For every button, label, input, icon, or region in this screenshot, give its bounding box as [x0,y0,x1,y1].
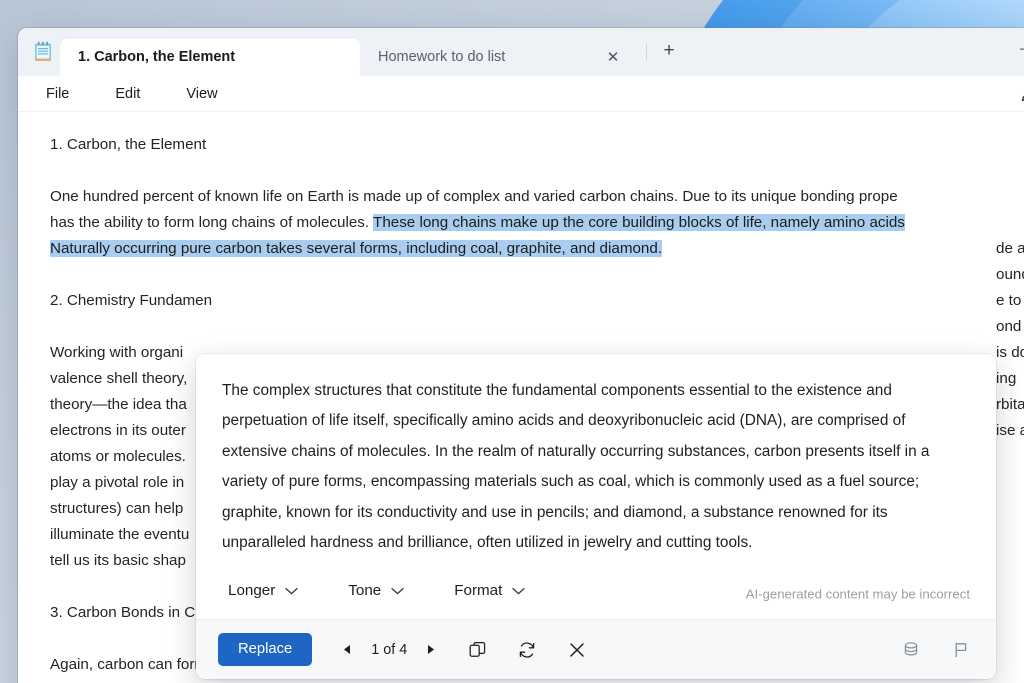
paragraph-text: Working with organi [50,344,183,361]
desktop-background: 1. Carbon, the Element Homework to do li… [0,0,1024,683]
flag-icon[interactable] [944,635,978,665]
document-heading-1: 1. Carbon, the Element [50,132,1024,158]
paragraph-text: play a pivotal role in [50,474,184,491]
paragraph-text: electrons in its outer [50,422,186,439]
format-dropdown-label: Format [454,582,502,599]
length-dropdown-label: Longer [228,582,275,599]
paragraph-fragment: e to [996,288,1024,314]
ai-footer-right-actions [878,635,978,665]
paragraph-fragment: rbita [996,392,1024,418]
stack-icon[interactable] [894,635,928,665]
paragraph-fragment: ise a [996,418,1024,444]
document-heading-2: 2. Chemistry Fundamen [50,288,1024,314]
tab-label: Homework to do list [378,49,590,65]
ai-option-row: Longer Tone Format [196,568,996,619]
menu-item-edit[interactable]: Edit [109,83,146,105]
ai-result-body: The complex structures that constitute t… [196,354,996,568]
tone-dropdown[interactable]: Tone [342,578,410,603]
notepad-window: 1. Carbon, the Element Homework to do li… [18,28,1024,683]
menu-item-file[interactable]: File [40,83,75,105]
paragraph-fragment: ing [996,366,1024,392]
tone-dropdown-label: Tone [348,582,381,599]
close-icon[interactable] [560,635,594,665]
length-dropdown[interactable]: Longer [222,578,304,603]
ai-disclaimer-text: AI-generated content may be incorrect [746,586,970,601]
document-paragraph-1-line-1: One hundred percent of known life on Ear… [50,184,1024,210]
paragraph-fragment: ound [996,262,1024,288]
paragraph-text: tell us its basic shap [50,552,186,569]
ai-generated-text: The complex structures that constitute t… [222,376,970,558]
menu-bar: File Edit View [18,76,1024,112]
tab-homework-to-do-list[interactable]: Homework to do list ✕ [360,38,640,76]
next-suggestion-button[interactable] [418,637,444,663]
menu-item-view[interactable]: View [180,83,223,105]
document-right-fragments: de a ound e to ond is do ing rbita ise a [996,236,1024,444]
paragraph-text: illuminate the eventu [50,526,189,543]
divider [646,44,647,60]
ai-footer-bar: Replace 1 of 4 [196,619,996,679]
ai-pen-icon[interactable] [1014,80,1024,108]
notepad-icon [26,28,60,76]
document-canvas[interactable]: 1. Carbon, the Element One hundred perce… [18,112,1024,683]
close-icon[interactable]: ✕ [600,44,626,70]
paragraph-text: structures) can help [50,500,183,517]
chevron-down-icon [391,587,404,595]
ai-rewrite-popup: The complex structures that constitute t… [196,354,996,679]
tab-label: 1. Carbon, the Element [78,49,346,65]
paragraph-fragment: de a [996,236,1024,262]
paragraph-text: atoms or molecules. [50,448,186,465]
chevron-down-icon [285,587,298,595]
paragraph-fragment: ond [996,314,1024,340]
paragraph-text: has the ability to form long chains of m… [50,214,373,231]
chevron-down-icon [512,587,525,595]
previous-suggestion-button[interactable] [334,637,360,663]
new-tab-button[interactable]: + [653,35,685,67]
copy-icon[interactable] [460,635,494,665]
selected-text-highlight: These long chains make up the core build… [373,214,905,231]
tab-carbon-the-element[interactable]: 1. Carbon, the Element [60,38,360,76]
document-paragraph-1-line-2: has the ability to form long chains of m… [50,210,1024,236]
paragraph-text: theory—the idea tha [50,396,187,413]
replace-button[interactable]: Replace [218,633,312,666]
refresh-icon[interactable] [510,635,544,665]
paragraph-text: valence shell theory, [50,370,187,387]
paragraph-fragment: is do [996,340,1024,366]
document-paragraph-1-line-3: Naturally occurring pure carbon takes se… [50,236,1024,262]
selected-text-highlight: Naturally occurring pure carbon takes se… [50,240,662,257]
window-controls: — [1004,28,1024,68]
format-dropdown[interactable]: Format [448,578,531,603]
paragraph-text: One hundred percent of known life on Ear… [50,188,898,205]
tab-strip: 1. Carbon, the Element Homework to do li… [18,28,1024,76]
minimize-button[interactable]: — [1004,28,1024,68]
suggestion-counter: 1 of 4 [368,642,410,658]
